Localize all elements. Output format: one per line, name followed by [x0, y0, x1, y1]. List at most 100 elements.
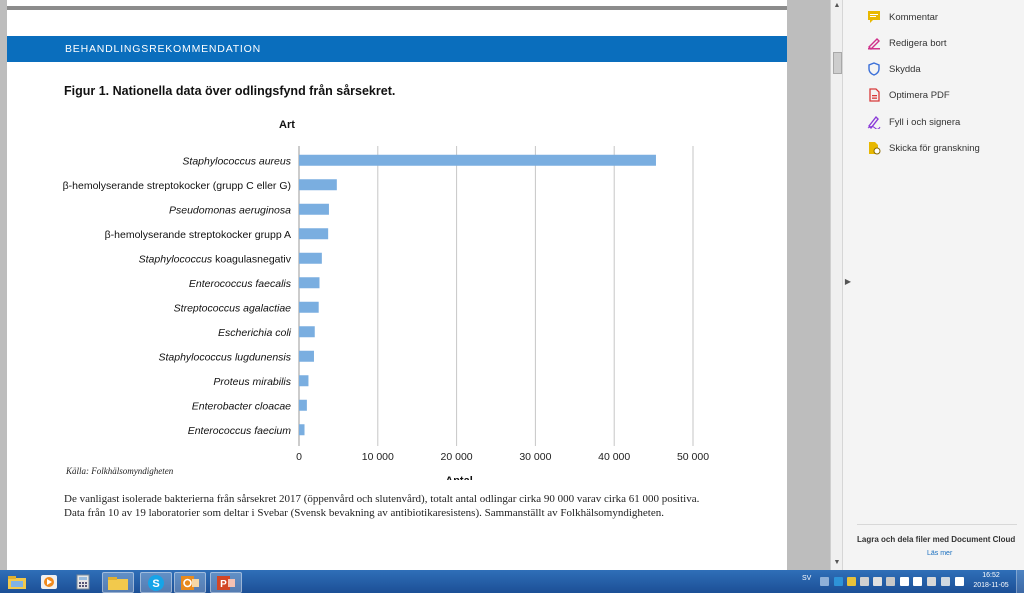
scroll-up-arrow-icon[interactable]: ▲	[833, 2, 841, 10]
collapse-pane-chevron-icon[interactable]: ▶	[842, 270, 854, 294]
skype-icon[interactable]: S	[140, 572, 172, 593]
category-label-part: Enterobacter cloacae	[192, 400, 291, 412]
powerpoint-icon[interactable]: P	[210, 572, 242, 593]
x-tick-label: 0	[296, 451, 302, 463]
figure-source: Källa: Folkhälsomyndigheten	[66, 466, 174, 476]
tool-label: Fyll i och signera	[889, 116, 961, 128]
bar-chart: 0 10 000 20 000 30 000 40 000 50 000 Art Antal S…	[63, 119, 710, 480]
category-label-part: koagulasnegativ	[212, 253, 292, 265]
category-label: Pseudomonas aeruginosa	[169, 204, 291, 216]
x-tick-label: 50 000	[677, 451, 709, 463]
bar	[299, 301, 319, 313]
category-label: β-hemolyserande streptokocker (grupp C e…	[63, 180, 291, 192]
send-review-icon	[867, 141, 881, 155]
windows-taskbar: S P SV 16:52 2018-11-05	[0, 570, 1024, 593]
caption-line: Data från 10 av 19 laboratorier som delt…	[64, 506, 664, 519]
document-viewport: BEHANDLINGSREKOMMENDATION Figur 1. Natio…	[0, 0, 830, 570]
optimize-pdf-icon	[867, 88, 881, 102]
tool-label: Skydda	[889, 63, 921, 75]
category-label-part: Escherichia coli	[218, 327, 292, 339]
bar	[299, 399, 307, 411]
category-label-part: Enterococcus faecalis	[189, 278, 292, 290]
bar	[299, 424, 305, 436]
category-label-part: Staphylococcus aureus	[182, 155, 291, 167]
bar	[299, 154, 656, 166]
category-label: Enterobacter cloacae	[192, 400, 291, 412]
media-player-icon[interactable]	[34, 572, 64, 591]
clock-date[interactable]: 2018-11-05	[970, 582, 1012, 589]
category-label-part: Enterococcus faecium	[188, 425, 292, 437]
category-label-part: Staphylococcus	[139, 253, 213, 265]
bar	[299, 179, 337, 191]
section-header-band: BEHANDLINGSREKOMMENDATION	[7, 36, 787, 62]
x-tick-label: 10 000	[362, 451, 394, 463]
windows-explorer-icon[interactable]	[2, 572, 32, 591]
category-label: Staphylococcus aureus	[182, 155, 291, 167]
outlook-icon[interactable]	[174, 572, 206, 593]
category-label: Escherichia coli	[218, 327, 292, 339]
tool-redact[interactable]: Redigera bort	[867, 33, 947, 53]
x-tick-label: 30 000	[519, 451, 551, 463]
category-label-part: β-hemolyserande streptokocker grupp A	[105, 229, 291, 241]
svg-text:S: S	[152, 578, 159, 590]
clock-time[interactable]: 16:52	[976, 572, 1006, 579]
category-label-part: Streptococcus agalactiae	[174, 302, 291, 314]
tray-settings-icon[interactable]	[886, 577, 895, 586]
language-indicator[interactable]: SV	[802, 575, 811, 582]
y-axis-title: Art	[279, 119, 295, 131]
category-label-part: Pseudomonas aeruginosa	[169, 204, 291, 216]
scroll-down-arrow-icon[interactable]: ▼	[833, 559, 841, 567]
divider	[857, 524, 1017, 525]
tool-label: Redigera bort	[889, 37, 947, 49]
tray-volume-icon[interactable]	[955, 577, 964, 586]
category-label-part: β-hemolyserande streptokocker (grupp C e…	[63, 180, 291, 192]
tools-pane: Kommentar Redigera bort Skydda Optimera …	[842, 0, 1024, 570]
svg-text:P: P	[220, 579, 227, 590]
bar	[299, 277, 320, 289]
x-tick-label: 20 000	[441, 451, 473, 463]
tray-network-icon[interactable]	[941, 577, 950, 586]
tray-app-icon[interactable]	[847, 577, 856, 586]
caption-line: De vanligast isolerade bakterierna från …	[64, 493, 700, 505]
tool-fill-sign[interactable]: Fyll i och signera	[867, 112, 960, 132]
tray-flag-icon[interactable]	[927, 577, 936, 586]
calculator-icon[interactable]	[68, 572, 98, 591]
x-axis-title: Antal	[445, 475, 473, 480]
tool-protect[interactable]: Skydda	[867, 59, 921, 79]
tray-display-icon[interactable]	[900, 577, 909, 586]
category-label: Staphylococcus lugdunensis	[158, 351, 291, 363]
x-tick-label: 40 000	[598, 451, 630, 463]
tool-optimize-pdf[interactable]: Optimera PDF	[867, 85, 950, 105]
bar	[299, 350, 314, 362]
tool-comment[interactable]: Kommentar	[867, 7, 938, 27]
tray-help-icon[interactable]	[820, 577, 829, 586]
figure-caption: De vanligast isolerade bakterierna från …	[64, 493, 764, 520]
category-label: Streptococcus agalactiae	[174, 302, 291, 314]
tray-network-icon[interactable]	[873, 577, 882, 586]
category-label: Enterococcus faecium	[188, 425, 292, 437]
category-label: Staphylococcus koagulasnegativ	[139, 253, 292, 265]
tray-app-icon[interactable]	[860, 577, 869, 586]
comment-icon	[867, 10, 881, 24]
category-label: Proteus mirabilis	[213, 376, 291, 388]
document-cloud-promo: Lagra och dela filer med Document Cloud	[857, 535, 1016, 544]
tray-skype-icon[interactable]	[834, 577, 843, 586]
tray-monitor-icon[interactable]	[913, 577, 922, 586]
tool-label: Skicka för granskning	[889, 142, 980, 154]
read-more-link[interactable]: Läs mer	[927, 550, 952, 557]
figure-title: Figur 1. Nationella data över odlingsfyn…	[64, 84, 396, 98]
bar	[299, 228, 329, 240]
bar	[299, 252, 322, 264]
tool-label: Kommentar	[889, 11, 939, 23]
show-desktop-button[interactable]	[1016, 570, 1024, 593]
category-label-part: Staphylococcus lugdunensis	[158, 351, 291, 363]
shield-icon	[867, 62, 881, 76]
folder-icon[interactable]	[102, 572, 134, 593]
pdf-page: BEHANDLINGSREKOMMENDATION Figur 1. Natio…	[7, 0, 787, 570]
category-label: Enterococcus faecalis	[189, 278, 292, 290]
bar	[299, 326, 315, 338]
bar	[299, 203, 329, 215]
scroll-thumb[interactable]	[833, 52, 842, 74]
bar	[299, 375, 309, 387]
tool-send-review[interactable]: Skicka för granskning	[867, 138, 980, 158]
